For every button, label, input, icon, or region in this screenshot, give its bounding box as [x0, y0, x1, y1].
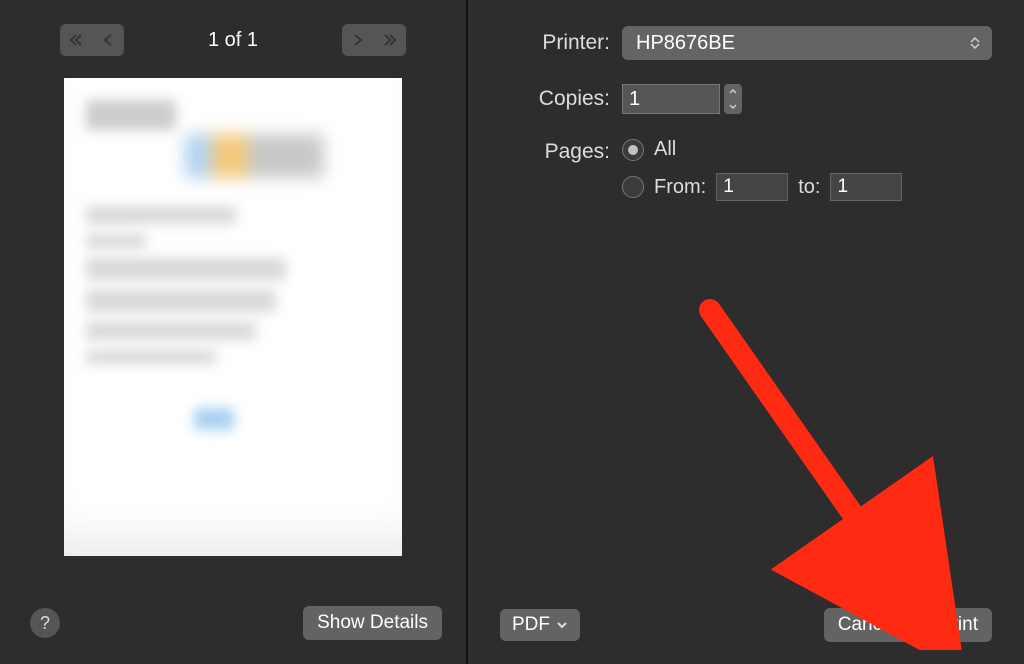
printer-row: Printer: HP8676BE: [500, 26, 992, 60]
pages-all-label: All: [654, 138, 676, 161]
next-page-button[interactable]: [342, 24, 374, 56]
chevron-up-icon: [729, 89, 737, 94]
pages-from-label: From:: [654, 176, 706, 199]
pages-label: Pages:: [500, 138, 622, 164]
radio-icon: [622, 139, 644, 161]
chevron-right-icon: [352, 33, 364, 47]
pages-range-option[interactable]: From: to:: [622, 173, 902, 201]
printer-label: Printer:: [500, 31, 622, 55]
nav-forward-group: [342, 24, 406, 56]
preview-area: [18, 78, 448, 588]
first-page-button[interactable]: [60, 24, 92, 56]
copies-label: Copies:: [500, 87, 622, 111]
radio-icon: [622, 176, 644, 198]
chevron-down-icon: [729, 104, 737, 109]
pages-options: All From: to:: [622, 138, 902, 201]
show-details-button[interactable]: Show Details: [303, 606, 442, 640]
preview-pane: 1 of 1: [0, 0, 466, 664]
pages-to-label: to:: [798, 176, 820, 199]
chevron-down-icon: [556, 621, 568, 629]
printer-select[interactable]: HP8676BE: [622, 26, 992, 60]
pages-row: Pages: All From: to:: [500, 138, 992, 201]
pages-from-input[interactable]: [716, 173, 788, 201]
prev-page-button[interactable]: [92, 24, 124, 56]
preview-footer: ? Show Details: [30, 588, 442, 640]
nav-back-group: [60, 24, 124, 56]
show-details-label: Show Details: [317, 612, 428, 634]
updown-icon: [964, 30, 986, 56]
help-button[interactable]: ?: [30, 608, 60, 638]
pages-to-input[interactable]: [830, 173, 902, 201]
printer-selected-value: HP8676BE: [636, 32, 735, 55]
dialog-footer: PDF Cancel Print: [500, 608, 992, 646]
copies-step-up[interactable]: [724, 84, 742, 99]
chevron-double-right-icon: [383, 33, 397, 47]
chevron-double-left-icon: [69, 33, 83, 47]
pdf-menu-button[interactable]: PDF: [500, 609, 580, 641]
chevron-left-icon: [102, 33, 114, 47]
cancel-button[interactable]: Cancel: [824, 608, 911, 642]
cancel-label: Cancel: [838, 614, 897, 636]
copies-row: Copies:: [500, 84, 992, 114]
copies-stepper: [724, 84, 742, 114]
pages-range-controls: From: to:: [654, 173, 902, 201]
pages-all-option[interactable]: All: [622, 138, 902, 161]
print-button[interactable]: Print: [925, 608, 992, 642]
copies-step-down[interactable]: [724, 99, 742, 114]
last-page-button[interactable]: [374, 24, 406, 56]
copies-input[interactable]: [622, 84, 720, 114]
print-label: Print: [939, 614, 978, 636]
page-thumbnail[interactable]: [64, 78, 402, 556]
settings-pane: Printer: HP8676BE Copies:: [468, 0, 1024, 664]
page-indicator: 1 of 1: [208, 29, 258, 52]
preview-header: 1 of 1: [60, 24, 406, 56]
help-icon: ?: [40, 613, 50, 634]
pdf-label: PDF: [512, 614, 550, 636]
